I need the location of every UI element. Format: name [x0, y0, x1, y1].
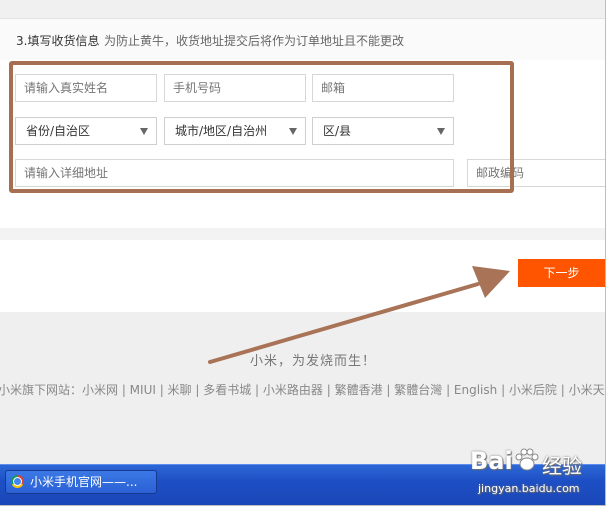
dropdown-arrow-icon — [140, 128, 148, 135]
name-input[interactable] — [15, 74, 157, 102]
province-value: 省份/自治区 — [26, 124, 91, 138]
next-step-button[interactable]: 下一步 — [518, 259, 605, 287]
dropdown-arrow-icon — [437, 128, 445, 135]
top-strip — [0, 0, 605, 18]
taskbar-window-button[interactable]: 小米手机官网——... — [5, 470, 157, 494]
province-select[interactable]: 省份/自治区 — [15, 117, 157, 145]
dropdown-arrow-icon — [289, 128, 297, 135]
chrome-icon — [11, 475, 24, 488]
phone-input[interactable] — [164, 74, 306, 102]
watermark-url: jingyan.baidu.com — [478, 482, 580, 495]
address-input[interactable] — [15, 159, 454, 187]
postcode-input[interactable] — [467, 159, 605, 187]
section-note: 为防止黄牛，收货地址提交后将作为订单地址且不能更改 — [104, 34, 405, 48]
browser-page: 3.填写收货信息 为防止黄牛，收货地址提交后将作为订单地址且不能更改 省份/自治… — [0, 0, 606, 506]
district-select[interactable]: 区/县 — [312, 117, 454, 145]
section-title: 3.填写收货信息 — [16, 34, 100, 48]
paw-icon — [514, 448, 540, 472]
divider-band — [0, 228, 605, 240]
baidu-jingyan-watermark: Bai 经验 jingyan.baidu.com — [470, 442, 610, 502]
city-select[interactable]: 城市/地区/自治州 — [164, 117, 306, 145]
email-input[interactable] — [312, 74, 454, 102]
footer-links[interactable]: 小米旗下网站：小米网 | MIUI | 米聊 | 多看书城 | 小米路由器 | … — [0, 381, 605, 398]
city-value: 城市/地区/自治州 — [175, 124, 268, 138]
taskbar-window-title: 小米手机官网——... — [30, 475, 138, 489]
footer-slogan: 小米，为发烧而生！ — [250, 354, 377, 369]
watermark-logo: Bai — [470, 447, 513, 475]
watermark-jingyan: 经验 — [542, 454, 582, 478]
district-value: 区/县 — [323, 124, 352, 138]
next-area — [0, 240, 605, 312]
